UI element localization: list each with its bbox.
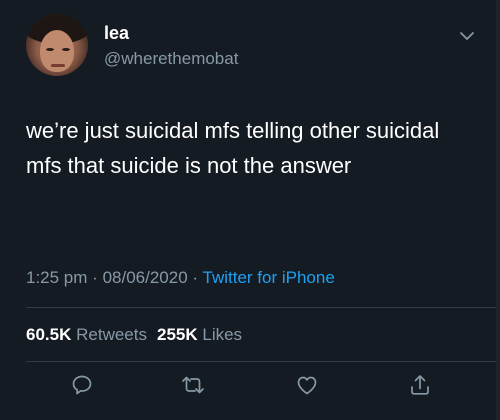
tweet-meta: 1:25 pm · 08/06/2020 · Twitter for iPhon… (26, 268, 335, 288)
chevron-down-icon[interactable] (459, 30, 475, 42)
retweets-count: 60.5K (26, 325, 72, 344)
likes-count: 255K (156, 325, 198, 344)
tweet-text: we’re just suicidal mfs telling other su… (26, 118, 440, 178)
reply-icon[interactable] (70, 373, 94, 397)
user-handle[interactable]: @wherethemobat (104, 49, 238, 69)
divider (26, 361, 500, 362)
tweet-card: lea @wherethemobat we’re just suicidal m… (0, 0, 500, 420)
retweet-icon[interactable] (181, 373, 205, 397)
tweet-date: 08/06/2020 (102, 268, 188, 287)
meta-separator: · (192, 268, 199, 287)
likes-stat[interactable]: 255K Likes (157, 325, 242, 344)
retweets-stat[interactable]: 60.5K Retweets (26, 325, 147, 344)
scrollbar[interactable] (496, 0, 500, 420)
share-icon[interactable] (408, 373, 432, 397)
display-name[interactable]: lea (104, 23, 129, 44)
tweet-source-link[interactable]: Twitter for iPhone (203, 268, 335, 287)
avatar-mouth (51, 64, 65, 67)
meta-separator: · (92, 268, 98, 287)
avatar[interactable] (26, 14, 88, 76)
divider (26, 307, 500, 308)
tweet-time: 1:25 pm (26, 268, 88, 287)
engagement-stats: 60.5K Retweets 255K Likes (26, 325, 242, 345)
avatar-eye (62, 48, 70, 51)
heart-icon[interactable] (295, 373, 319, 397)
avatar-eye (46, 48, 54, 51)
retweets-label: Retweets (76, 325, 147, 344)
likes-label: Likes (202, 325, 243, 344)
